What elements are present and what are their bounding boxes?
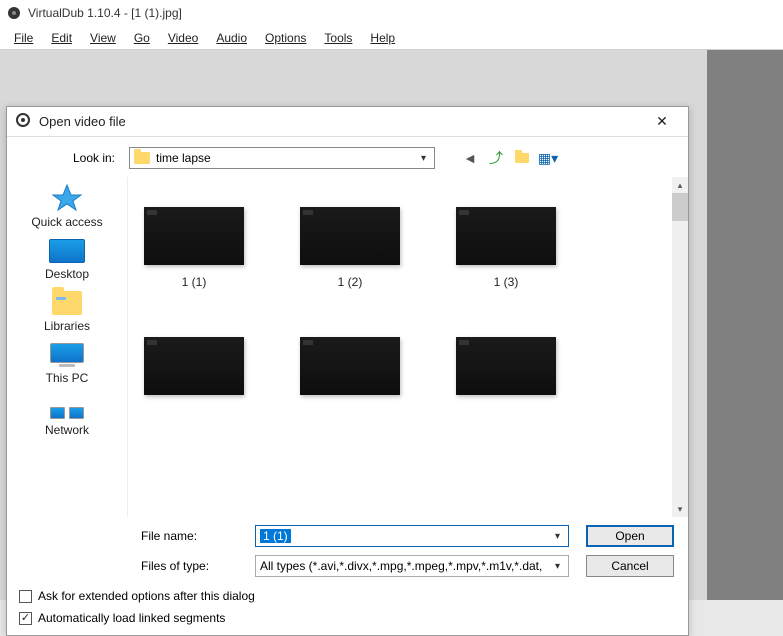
extended-options-checkbox-row[interactable]: Ask for extended options after this dial… — [7, 585, 688, 607]
auto-load-checkbox-row[interactable]: Automatically load linked segments — [7, 607, 688, 635]
file-thumbnail — [456, 207, 556, 265]
place-this-pc[interactable]: This PC — [7, 343, 127, 385]
cancel-button[interactable]: Cancel — [586, 555, 674, 577]
file-thumbnail — [144, 207, 244, 265]
dialog-title: Open video file — [39, 114, 636, 129]
scroll-thumb[interactable] — [672, 193, 688, 221]
back-icon[interactable]: ◄ — [461, 149, 479, 167]
extended-options-label: Ask for extended options after this dial… — [38, 589, 255, 603]
dialog-body: Quick access Desktop Libraries This PC — [7, 177, 688, 517]
this-pc-icon — [50, 343, 84, 367]
quick-access-icon — [51, 183, 83, 211]
desktop-icon — [49, 239, 85, 263]
place-quick-access[interactable]: Quick access — [7, 183, 127, 229]
chevron-down-icon[interactable]: ▾ — [417, 153, 430, 164]
app-icon — [6, 5, 22, 21]
file-name: 1 (3) — [494, 275, 519, 289]
network-icon — [50, 395, 84, 419]
filetype-label: Files of type: — [141, 559, 245, 573]
new-folder-icon[interactable] — [513, 149, 531, 167]
filetype-select[interactable]: All types (*.avi,*.divx,*.mpg,*.mpeg,*.m… — [255, 555, 569, 577]
filename-input[interactable]: 1 (1) ▾ — [255, 525, 569, 547]
file-thumbnail — [144, 337, 244, 395]
checkbox-checked-icon[interactable] — [19, 612, 32, 625]
menu-audio[interactable]: Audio — [208, 29, 255, 47]
up-folder-icon[interactable]: ⤴ — [487, 149, 505, 167]
file-thumbnail — [300, 337, 400, 395]
file-item[interactable]: 1 (1) — [144, 207, 244, 289]
filename-label: File name: — [141, 529, 245, 543]
menu-help[interactable]: Help — [362, 29, 403, 47]
file-item[interactable]: 1 (3) — [456, 207, 556, 289]
app-titlebar: VirtualDub 1.10.4 - [1 (1).jpg] — [0, 0, 783, 26]
menu-video[interactable]: Video — [160, 29, 206, 47]
gear-icon — [15, 112, 31, 131]
lower-panel: File name: 1 (1) ▾ Open Files of type: A… — [7, 517, 688, 577]
place-network[interactable]: Network — [7, 395, 127, 437]
place-desktop[interactable]: Desktop — [7, 239, 127, 281]
file-name: 1 (1) — [182, 275, 207, 289]
file-item[interactable]: 1 (2) — [300, 207, 400, 289]
view-menu-icon[interactable]: ▦▾ — [539, 149, 557, 167]
scroll-up-icon[interactable]: ▴ — [672, 177, 688, 193]
file-item[interactable] — [300, 337, 400, 405]
place-libraries[interactable]: Libraries — [7, 291, 127, 333]
workspace: Open video file ✕ Look in: time lapse ▾ … — [0, 50, 783, 600]
folder-icon — [134, 152, 150, 164]
menu-options[interactable]: Options — [257, 29, 314, 47]
lookin-combo[interactable]: time lapse ▾ — [129, 147, 435, 169]
file-list[interactable]: 1 (1) 1 (2) 1 (3) — [127, 177, 688, 517]
lookin-value: time lapse — [156, 151, 411, 165]
libraries-icon — [52, 291, 82, 315]
scroll-down-icon[interactable]: ▾ — [672, 501, 688, 517]
file-name: 1 (2) — [338, 275, 363, 289]
file-item[interactable] — [456, 337, 556, 405]
places-bar: Quick access Desktop Libraries This PC — [7, 177, 127, 517]
lookin-row: Look in: time lapse ▾ ◄ ⤴ ▦▾ — [7, 137, 688, 177]
file-thumbnail — [300, 207, 400, 265]
menu-edit[interactable]: Edit — [43, 29, 80, 47]
file-thumbnail — [456, 337, 556, 395]
file-item[interactable] — [144, 337, 244, 405]
menu-go[interactable]: Go — [126, 29, 158, 47]
checkbox-unchecked-icon[interactable] — [19, 590, 32, 603]
scrollbar[interactable]: ▴ ▾ — [672, 177, 688, 517]
dialog-titlebar: Open video file ✕ — [7, 107, 688, 137]
chevron-down-icon[interactable]: ▾ — [551, 561, 564, 572]
menu-tools[interactable]: Tools — [316, 29, 360, 47]
open-file-dialog: Open video file ✕ Look in: time lapse ▾ … — [6, 106, 689, 636]
nav-icons: ◄ ⤴ ▦▾ — [461, 149, 557, 167]
lookin-label: Look in: — [21, 151, 121, 165]
menu-view[interactable]: View — [82, 29, 124, 47]
app-title: VirtualDub 1.10.4 - [1 (1).jpg] — [28, 6, 182, 20]
menu-file[interactable]: File — [6, 29, 41, 47]
close-button[interactable]: ✕ — [644, 110, 680, 134]
chevron-down-icon[interactable]: ▾ — [551, 531, 564, 542]
auto-load-label: Automatically load linked segments — [38, 611, 225, 625]
preview-panel — [707, 50, 783, 600]
menubar: File Edit View Go Video Audio Options To… — [0, 26, 783, 50]
open-button[interactable]: Open — [586, 525, 674, 547]
